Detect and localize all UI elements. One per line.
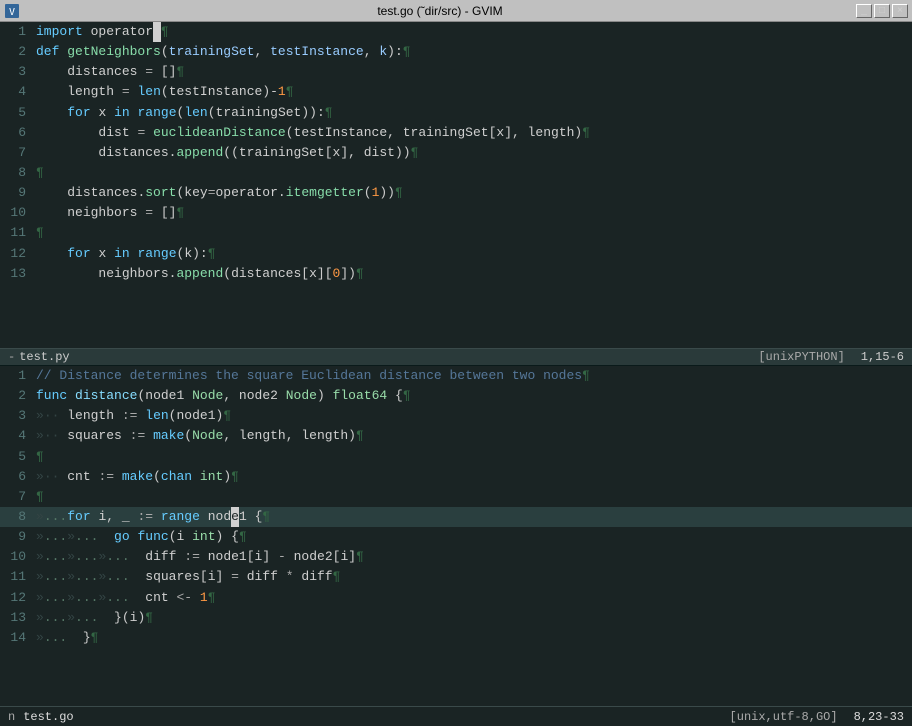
table-row: 8 ¶ bbox=[0, 163, 912, 183]
table-row: 2 func distance(node1 Node, node2 Node) … bbox=[0, 386, 912, 406]
table-row: 12 for x in range(k):¶ bbox=[0, 244, 912, 264]
window-controls[interactable]: _ □ × bbox=[856, 4, 908, 18]
table-row: 14 »... }¶ bbox=[0, 628, 912, 648]
svg-text:V: V bbox=[9, 7, 15, 18]
table-row: 4 »·· squares := make(Node, length, leng… bbox=[0, 426, 912, 446]
file-info: [unixPYTHON] bbox=[758, 350, 844, 364]
table-row: 6 dist = euclideanDistance(testInstance,… bbox=[0, 123, 912, 143]
python-code: 1 import operator ¶ 2 def getNeighbors(t… bbox=[0, 22, 912, 284]
cursor-position: 1,15-6 bbox=[861, 350, 904, 364]
maximize-button[interactable]: □ bbox=[874, 4, 890, 18]
table-row: 13 »...»... }(i)¶ bbox=[0, 608, 912, 628]
buffer-indicator: n bbox=[8, 710, 15, 724]
pane-divider: - test.py [unixPYTHON] 1,15-6 bbox=[0, 348, 912, 366]
statusbar-filename: test.go bbox=[23, 710, 73, 724]
statusbar: n test.go [unix,utf-8,GO] 8,23-33 bbox=[0, 706, 912, 726]
window-title: test.go (˜dir/src) - GVIM bbox=[24, 4, 856, 18]
table-row: 7 ¶ bbox=[0, 487, 912, 507]
pane-minus: - bbox=[8, 350, 15, 364]
pane-filename: test.py bbox=[19, 350, 69, 364]
table-row: 1 // Distance determines the square Eucl… bbox=[0, 366, 912, 386]
bottom-pane[interactable]: 1 // Distance determines the square Eucl… bbox=[0, 366, 912, 706]
titlebar: V test.go (˜dir/src) - GVIM _ □ × bbox=[0, 0, 912, 22]
table-row: 9 distances.sort(key=operator.itemgetter… bbox=[0, 183, 912, 203]
table-row: 11 ¶ bbox=[0, 223, 912, 243]
table-row: 3 distances = []¶ bbox=[0, 62, 912, 82]
close-button[interactable]: × bbox=[892, 4, 908, 18]
table-row: 4 length = len(testInstance)-1¶ bbox=[0, 82, 912, 102]
table-row: 3 »·· length := len(node1)¶ bbox=[0, 406, 912, 426]
table-row: 2 def getNeighbors(trainingSet, testInst… bbox=[0, 42, 912, 62]
table-row: 5 for x in range(len(trainingSet)):¶ bbox=[0, 103, 912, 123]
table-row: 9 »...»... go func(i int) {¶ bbox=[0, 527, 912, 547]
app-icon: V bbox=[4, 3, 20, 19]
table-row: 5 ¶ bbox=[0, 447, 912, 467]
table-row: 8 »...for i, _ := range node1 {¶ bbox=[0, 507, 912, 527]
minimize-button[interactable]: _ bbox=[856, 4, 872, 18]
top-pane[interactable]: 1 import operator ¶ 2 def getNeighbors(t… bbox=[0, 22, 912, 348]
statusbar-position: 8,23-33 bbox=[854, 710, 904, 724]
table-row: 10 »...»...»... diff := node1[i] - node2… bbox=[0, 547, 912, 567]
go-code: 1 // Distance determines the square Eucl… bbox=[0, 366, 912, 648]
table-row: 7 distances.append((trainingSet[x], dist… bbox=[0, 143, 912, 163]
table-row: 1 import operator ¶ bbox=[0, 22, 912, 42]
table-row: 12 »...»...»... cnt <- 1¶ bbox=[0, 588, 912, 608]
table-row: 6 »·· cnt := make(chan int)¶ bbox=[0, 467, 912, 487]
statusbar-fileinfo: [unix,utf-8,GO] bbox=[730, 710, 838, 724]
table-row: 13 neighbors.append(distances[x][0])¶ bbox=[0, 264, 912, 284]
editor: 1 import operator ¶ 2 def getNeighbors(t… bbox=[0, 22, 912, 726]
table-row: 10 neighbors = []¶ bbox=[0, 203, 912, 223]
table-row: 11 »...»...»... squares[i] = diff * diff… bbox=[0, 567, 912, 587]
